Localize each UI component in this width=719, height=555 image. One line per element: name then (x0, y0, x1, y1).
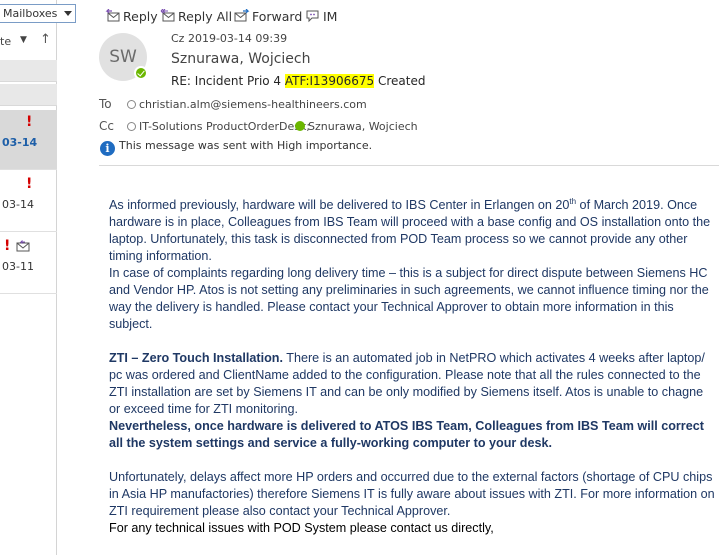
list-item-date: 03-11 (2, 260, 34, 273)
body-bold-run: ZTI – Zero Touch Installation. (109, 351, 283, 365)
list-group-header (0, 60, 57, 82)
sent-date: Cz 2019-03-14 09:39 (171, 32, 288, 45)
subject-prefix: RE: Incident Prio 4 (171, 74, 285, 88)
chevron-down-icon (64, 11, 72, 16)
cc-label: Cc (99, 119, 114, 133)
body-paragraph: As informed previously, hardware will be… (109, 197, 715, 265)
mailboxes-dropdown[interactable]: Mailboxes (0, 4, 76, 23)
list-group-header (0, 84, 57, 106)
cc-recipient[interactable]: Sznurawa, Wojciech (295, 120, 418, 133)
list-item[interactable]: ! 03-14 (0, 172, 57, 232)
cc-recipient[interactable]: IT-Solutions ProductOrderDesk; (127, 120, 310, 133)
reply-button[interactable]: Reply (105, 7, 158, 27)
list-item-date: 03-14 (2, 136, 38, 149)
body-text-run: As informed previously, hardware will be… (109, 198, 570, 212)
sort-control[interactable]: te ▼ ↑ (0, 32, 57, 52)
body-paragraph: Unfortunately, delays affect more HP ord… (109, 470, 715, 518)
forward-icon (234, 9, 250, 22)
chevron-down-icon: ▼ (20, 35, 27, 45)
cc-recipient-name: IT-Solutions ProductOrderDesk; (139, 120, 311, 133)
sort-up-arrow-icon[interactable]: ↑ (40, 32, 51, 47)
message-body: As informed previously, hardware will be… (109, 197, 715, 537)
presence-unknown-icon (127, 100, 136, 109)
reply-icon (105, 9, 120, 22)
message-subject: RE: Incident Prio 4 ATF:I13906675 Create… (171, 74, 425, 88)
reply-label: Reply (123, 9, 158, 24)
subject-suffix: Created (374, 74, 426, 88)
list-item-date: 03-14 (2, 198, 34, 211)
message-list-pane: Mailboxes te ▼ ↑ ! 03-14 ! 03-14 ! 03-11 (0, 0, 76, 555)
body-paragraph: In case of complaints regarding long del… (109, 266, 709, 331)
reply-all-label: Reply All (178, 9, 233, 24)
body-paragraph: ZTI – Zero Touch Installation. There is … (109, 350, 715, 418)
header-divider (99, 165, 719, 166)
to-recipient-address: christian.alm@siemens-healthineers.com (139, 98, 367, 111)
high-importance-icon: ! (26, 114, 33, 130)
reply-all-icon (160, 9, 175, 22)
im-button[interactable]: IM (305, 7, 339, 27)
body-bold-run: Nevertheless, once hardware is delivered… (109, 419, 704, 450)
info-icon: i (100, 141, 115, 156)
to-recipient[interactable]: christian.alm@siemens-healthineers.com (127, 98, 367, 111)
replied-envelope-icon (16, 240, 30, 252)
list-item[interactable]: ! 03-11 (0, 234, 57, 294)
sender-name[interactable]: Sznurawa, Wojciech (171, 51, 311, 67)
subject-highlight: ATF:I13906675 (284, 74, 375, 88)
body-paragraph: For any technical issues with POD System… (109, 521, 494, 535)
reply-all-button[interactable]: Reply All (160, 7, 232, 27)
to-label: To (99, 97, 112, 111)
cc-row: Cc IT-Solutions ProductOrderDesk; Sznura… (99, 119, 419, 135)
body-paragraph: Nevertheless, once hardware is delivered… (109, 418, 715, 452)
presence-unknown-icon (127, 122, 136, 131)
list-item[interactable]: ! 03-14 (0, 110, 57, 170)
importance-text: This message was sent with High importan… (119, 139, 373, 152)
sort-label: te (0, 35, 12, 48)
presence-available-icon (134, 66, 148, 80)
high-importance-icon: ! (26, 176, 33, 192)
presence-available-icon (295, 121, 305, 131)
mailboxes-dropdown-label: Mailboxes (3, 7, 58, 20)
importance-banner: i This message was sent with High importa… (100, 139, 372, 156)
to-row: To christian.alm@siemens-healthineers.co… (99, 97, 399, 113)
im-label: IM (323, 9, 338, 24)
cc-recipient-name: Sznurawa, Wojciech (308, 120, 418, 133)
high-importance-icon: ! (4, 238, 11, 254)
forward-label: Forward (252, 9, 303, 24)
instant-message-icon (306, 10, 319, 23)
forward-button[interactable]: Forward (234, 7, 302, 27)
